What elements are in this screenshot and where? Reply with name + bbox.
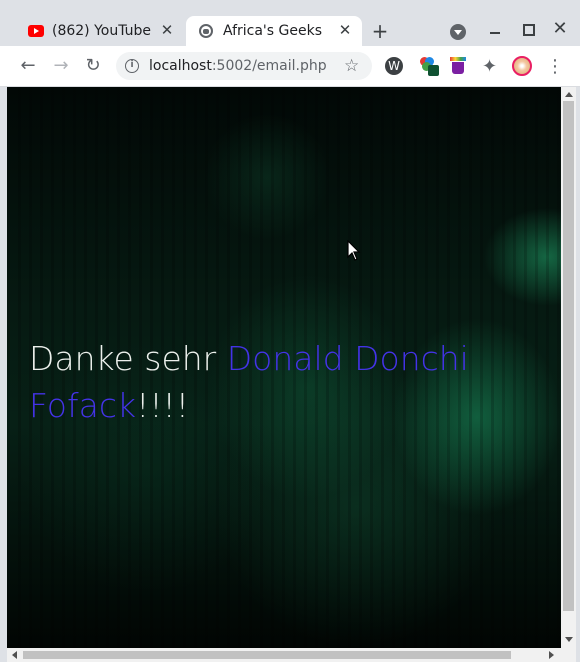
url-text[interactable]: localhost:5002/email.php	[149, 58, 327, 74]
scroll-down-arrow-icon[interactable]	[565, 637, 573, 642]
tab-search-icon[interactable]	[450, 24, 466, 40]
url-host: localhost	[149, 58, 212, 74]
rainbow-bar	[450, 57, 466, 61]
browser-toolbar: ← → ↻ i localhost:5002/email.php ☆ W ✦ ⋮	[0, 46, 580, 87]
scroll-right-arrow-icon[interactable]	[549, 651, 554, 659]
back-button[interactable]: ←	[18, 56, 38, 76]
greeting-text: Danke sehr	[29, 339, 217, 378]
menu-kebab-icon[interactable]: ⋮	[546, 56, 564, 77]
scroll-thumb-horizontal[interactable]	[23, 651, 511, 659]
extensions-puzzle-icon[interactable]: ✦	[482, 56, 497, 77]
extension-cup-icon[interactable]	[450, 57, 468, 75]
globe-icon	[199, 24, 213, 38]
bookmark-star-icon[interactable]: ☆	[344, 56, 359, 76]
tab-title: Africa's Geeks	[223, 23, 322, 39]
extension-color-icon[interactable]	[420, 57, 439, 76]
forward-button[interactable]: →	[51, 56, 71, 76]
minimize-button[interactable]	[486, 20, 504, 38]
cup-shape	[452, 62, 464, 74]
address-bar[interactable]: i localhost:5002/email.php ☆	[116, 52, 372, 80]
new-tab-button[interactable]: +	[370, 21, 390, 41]
close-window-button[interactable]: ✕	[551, 20, 569, 38]
tab-title: (862) YouTube	[52, 23, 152, 39]
reload-button[interactable]: ↻	[83, 56, 103, 76]
tab-africas-geeks[interactable]: Africa's Geeks ✕	[186, 16, 362, 46]
extension-w-icon[interactable]: W	[385, 57, 403, 75]
tab-strip: (862) YouTube ✕ Africa's Geeks ✕ + ✕	[0, 0, 580, 46]
url-path: :5002/email.php	[211, 58, 327, 74]
scroll-up-arrow-icon[interactable]	[565, 92, 573, 97]
scroll-thumb[interactable]	[563, 101, 574, 611]
vertical-scrollbar[interactable]	[561, 87, 576, 648]
browser-window: (862) YouTube ✕ Africa's Geeks ✕ + ✕ ← →…	[0, 0, 580, 662]
color-square	[428, 65, 439, 76]
tab-close-icon[interactable]: ✕	[160, 23, 174, 38]
profile-avatar[interactable]	[512, 56, 532, 76]
page-content: Danke sehr Donald Donchi Fofack!!!!	[7, 87, 561, 648]
maximize-button[interactable]	[519, 20, 537, 38]
thank-you-message: Danke sehr Donald Donchi Fofack!!!!	[29, 335, 469, 429]
info-icon[interactable]: i	[125, 59, 139, 73]
horizontal-scrollbar[interactable]	[7, 648, 576, 662]
tab-close-icon[interactable]: ✕	[338, 23, 352, 38]
tab-youtube[interactable]: (862) YouTube ✕	[18, 16, 184, 46]
youtube-icon	[28, 25, 44, 37]
scroll-left-arrow-icon[interactable]	[12, 651, 17, 659]
exclamation-text: !!!!	[136, 386, 190, 425]
